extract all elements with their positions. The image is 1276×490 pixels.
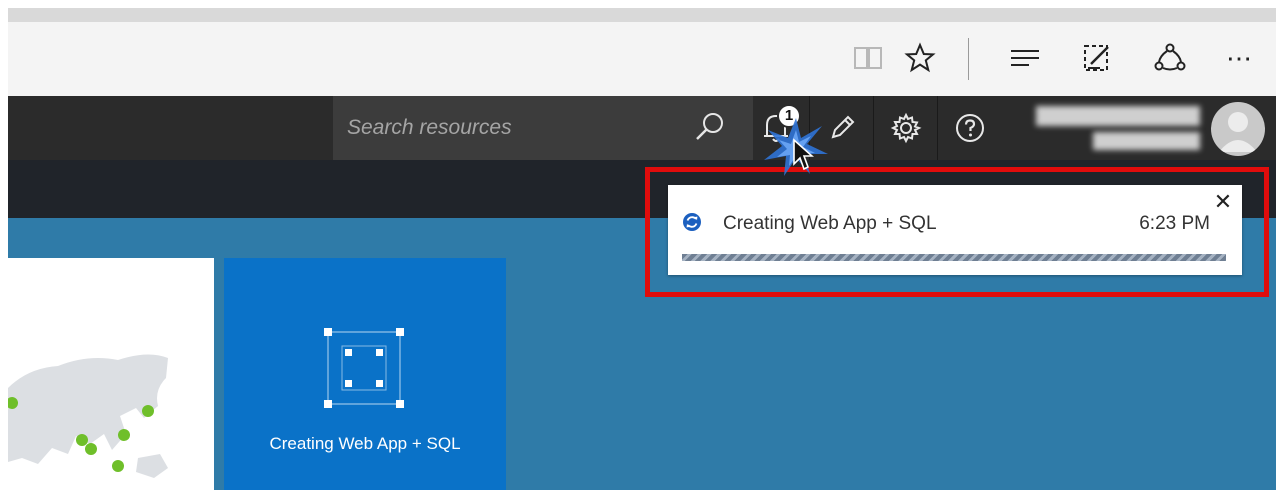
- hub-icon[interactable]: [1003, 36, 1047, 80]
- screenshot: ⋯ 1: [0, 0, 1276, 490]
- portal-header: 1: [8, 96, 1276, 160]
- close-icon[interactable]: ✕: [1212, 191, 1234, 213]
- reading-view-icon[interactable]: [846, 36, 890, 80]
- sync-icon: [683, 213, 701, 231]
- notification-title: Creating Web App + SQL: [723, 213, 937, 234]
- pencil-icon: [831, 115, 854, 139]
- notification-time: 6:23 PM: [1139, 213, 1210, 234]
- creating-web-app-tile[interactable]: Creating Web App + SQL: [224, 258, 506, 490]
- favorite-star-icon[interactable]: [898, 36, 942, 80]
- mouse-cursor-icon: [793, 138, 814, 171]
- tile-label: Creating Web App + SQL: [269, 434, 461, 453]
- help-icon: [955, 114, 984, 142]
- account-name-redacted: [1036, 106, 1200, 126]
- search-icon[interactable]: [693, 110, 727, 149]
- avatar[interactable]: [1211, 102, 1265, 156]
- browser-toolbar: ⋯: [8, 22, 1276, 96]
- web-app-sql-icon: [324, 328, 404, 408]
- gear-icon: [890, 112, 921, 144]
- web-note-icon[interactable]: [1075, 36, 1119, 80]
- more-icon[interactable]: ⋯: [1218, 36, 1262, 80]
- share-icon[interactable]: [1148, 36, 1192, 80]
- toolbar-separator: [968, 38, 969, 80]
- world-map: [8, 354, 168, 478]
- notification-toast[interactable]: Creating Web App + SQL 6:23 PM ✕: [668, 185, 1242, 275]
- account-directory-redacted: [1093, 132, 1200, 150]
- search-box[interactable]: [333, 96, 753, 160]
- browser-tab-strip: [8, 8, 1276, 22]
- help-button[interactable]: [937, 96, 1001, 160]
- service-health-map-tile[interactable]: [8, 258, 214, 490]
- settings-button[interactable]: [873, 96, 937, 160]
- notification-progress-bar: [682, 254, 1226, 261]
- search-input[interactable]: [347, 114, 647, 142]
